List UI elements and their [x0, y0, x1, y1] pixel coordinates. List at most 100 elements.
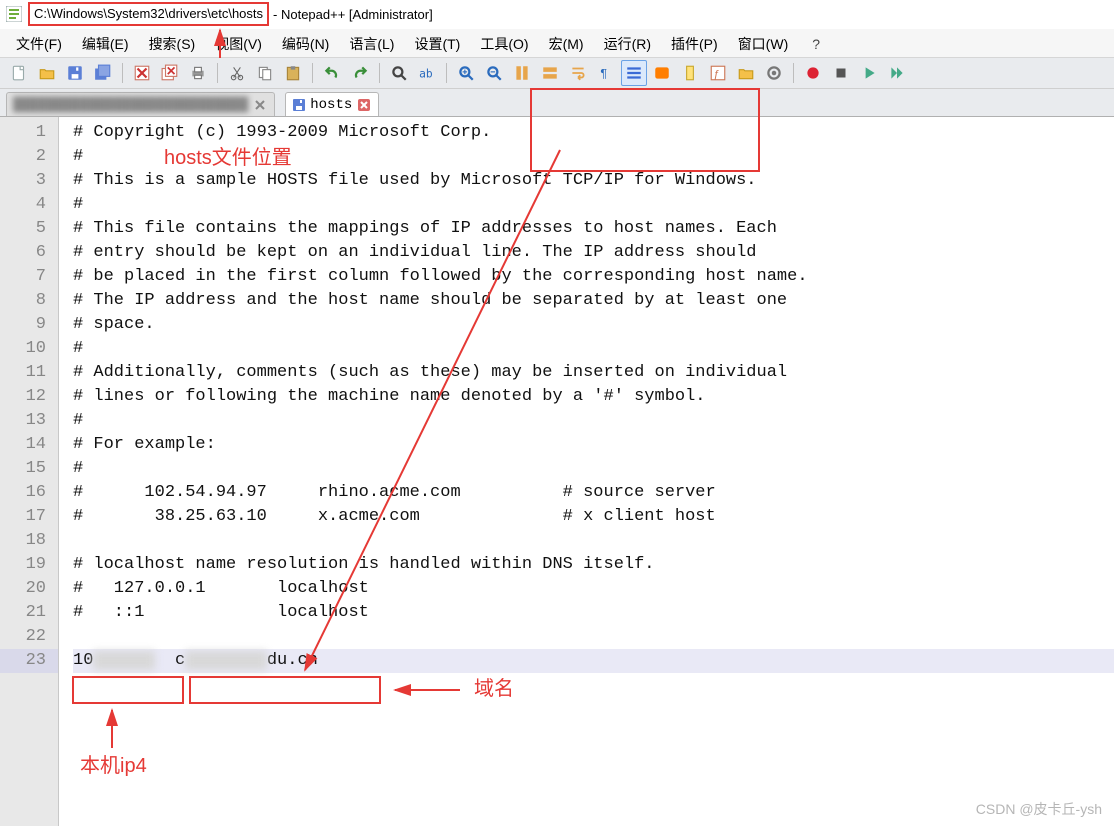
- menu-edit[interactable]: 编辑(E): [74, 32, 137, 56]
- code-line[interactable]: # localhost name resolution is handled w…: [73, 553, 1114, 577]
- replace-button[interactable]: ab: [414, 60, 440, 86]
- menu-run[interactable]: 运行(R): [596, 32, 659, 56]
- menu-plugin[interactable]: 插件(P): [663, 32, 726, 56]
- code-line-current[interactable]: 10██████ c████████du.cn: [73, 649, 1114, 673]
- print-button[interactable]: [185, 60, 211, 86]
- play-multi-button[interactable]: [884, 60, 910, 86]
- code-line[interactable]: [73, 529, 1114, 553]
- menu-lang[interactable]: 语言(L): [341, 32, 402, 56]
- menu-search[interactable]: 搜索(S): [141, 32, 204, 56]
- code-line[interactable]: #: [73, 145, 1114, 169]
- close-button[interactable]: [129, 60, 155, 86]
- code-line[interactable]: # Additionally, comments (such as these)…: [73, 361, 1114, 385]
- line-number: 20: [0, 577, 58, 601]
- menu-tools[interactable]: 工具(O): [472, 32, 536, 56]
- wordwrap-button[interactable]: [565, 60, 591, 86]
- tab-hosts[interactable]: hosts: [285, 92, 379, 117]
- tab-bar: ████████████████████████████ hosts: [0, 89, 1114, 117]
- line-number: 8: [0, 289, 58, 313]
- sync-h-button[interactable]: [537, 60, 563, 86]
- line-number: 3: [0, 169, 58, 193]
- code-line[interactable]: #: [73, 337, 1114, 361]
- line-number: 17: [0, 505, 58, 529]
- code-line[interactable]: # 127.0.0.1 localhost: [73, 577, 1114, 601]
- toolbar-separator: [217, 63, 218, 83]
- line-number: 18: [0, 529, 58, 553]
- open-file-button[interactable]: [34, 60, 60, 86]
- find-button[interactable]: [386, 60, 412, 86]
- zoom-in-button[interactable]: [453, 60, 479, 86]
- line-number: 1: [0, 121, 58, 145]
- line-number: 19: [0, 553, 58, 577]
- tab-close-icon[interactable]: [254, 99, 266, 111]
- function-list-button[interactable]: ƒ: [705, 60, 731, 86]
- code-line[interactable]: # space.: [73, 313, 1114, 337]
- code-line[interactable]: # lines or following the machine name de…: [73, 385, 1114, 409]
- menu-encode[interactable]: 编码(N): [274, 32, 337, 56]
- menu-macro[interactable]: 宏(M): [541, 32, 592, 56]
- save-button[interactable]: [62, 60, 88, 86]
- host-suffix: du.cn: [267, 651, 318, 670]
- line-number: 22: [0, 625, 58, 649]
- tab-inactive[interactable]: ████████████████████████████: [6, 92, 275, 117]
- code-line[interactable]: # The IP address and the host name shoul…: [73, 289, 1114, 313]
- code-line[interactable]: # entry should be kept on an individual …: [73, 241, 1114, 265]
- indent-guide-button[interactable]: [621, 60, 647, 86]
- toolbar-separator: [379, 63, 380, 83]
- paste-button[interactable]: [280, 60, 306, 86]
- code-line[interactable]: #: [73, 193, 1114, 217]
- toolbar-separator: [312, 63, 313, 83]
- menu-setting[interactable]: 设置(T): [406, 32, 468, 56]
- code-line[interactable]: # ::1 localhost: [73, 601, 1114, 625]
- code-area[interactable]: # Copyright (c) 1993-2009 Microsoft Corp…: [59, 117, 1114, 826]
- line-number: 21: [0, 601, 58, 625]
- undo-button[interactable]: [319, 60, 345, 86]
- folder-button[interactable]: [733, 60, 759, 86]
- copy-button[interactable]: [252, 60, 278, 86]
- menu-file[interactable]: 文件(F): [8, 32, 70, 56]
- sync-v-button[interactable]: [509, 60, 535, 86]
- ip-redacted: ██████: [93, 651, 154, 670]
- show-all-chars-button[interactable]: ¶: [593, 60, 619, 86]
- ip-prefix: 10: [73, 651, 93, 670]
- tab-close-icon[interactable]: [358, 99, 370, 111]
- menu-help[interactable]: ?: [804, 34, 828, 54]
- code-line[interactable]: #: [73, 409, 1114, 433]
- code-line[interactable]: # 102.54.94.97 rhino.acme.com # source s…: [73, 481, 1114, 505]
- toolbar-separator: [122, 63, 123, 83]
- save-all-button[interactable]: [90, 60, 116, 86]
- host-redacted: ████████: [185, 651, 267, 670]
- code-line[interactable]: [73, 625, 1114, 649]
- userlang-button[interactable]: [649, 60, 675, 86]
- code-line[interactable]: # This is a sample HOSTS file used by Mi…: [73, 169, 1114, 193]
- code-line[interactable]: # This file contains the mappings of IP …: [73, 217, 1114, 241]
- play-macro-button[interactable]: [856, 60, 882, 86]
- code-line[interactable]: #: [73, 457, 1114, 481]
- editor[interactable]: 1234567891011121314151617181920212223 # …: [0, 116, 1114, 826]
- code-line[interactable]: # For example:: [73, 433, 1114, 457]
- tab-hosts-label: hosts: [310, 98, 352, 112]
- cut-button[interactable]: [224, 60, 250, 86]
- code-line[interactable]: # be placed in the first column followed…: [73, 265, 1114, 289]
- window-titlebar: C:\Windows\System32\drivers\etc\hosts - …: [0, 0, 1114, 29]
- menu-window[interactable]: 窗口(W): [730, 32, 797, 56]
- line-number: 9: [0, 313, 58, 337]
- redo-button[interactable]: [347, 60, 373, 86]
- svg-text:ƒ: ƒ: [714, 69, 720, 81]
- line-number: 16: [0, 481, 58, 505]
- close-all-button[interactable]: [157, 60, 183, 86]
- monitor-button[interactable]: [761, 60, 787, 86]
- line-number: 10: [0, 337, 58, 361]
- new-file-button[interactable]: [6, 60, 32, 86]
- menu-view[interactable]: 视图(V): [207, 32, 270, 56]
- doc-map-button[interactable]: [677, 60, 703, 86]
- record-macro-button[interactable]: [800, 60, 826, 86]
- code-line[interactable]: # Copyright (c) 1993-2009 Microsoft Corp…: [73, 121, 1114, 145]
- code-line[interactable]: # 38.25.63.10 x.acme.com # x client host: [73, 505, 1114, 529]
- tab-label-blurred: ████████████████████████████: [13, 98, 248, 112]
- stop-macro-button[interactable]: [828, 60, 854, 86]
- zoom-out-button[interactable]: [481, 60, 507, 86]
- line-number: 6: [0, 241, 58, 265]
- line-number: 4: [0, 193, 58, 217]
- line-number: 13: [0, 409, 58, 433]
